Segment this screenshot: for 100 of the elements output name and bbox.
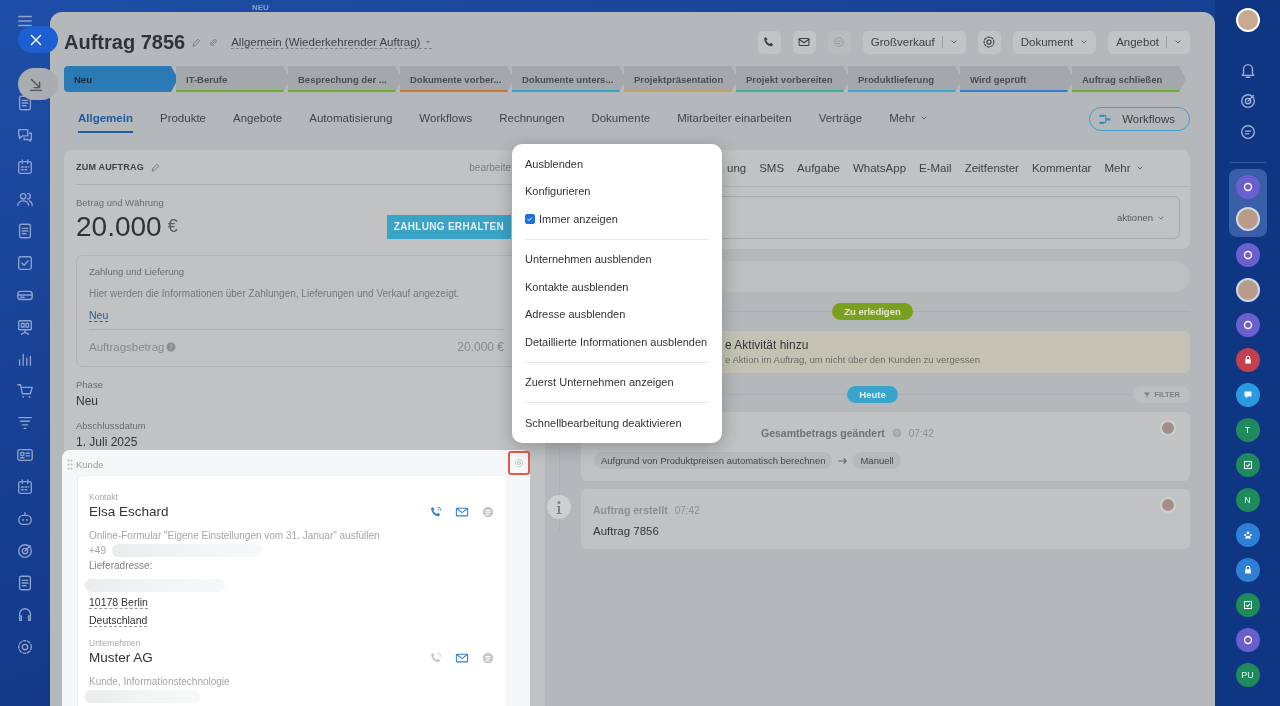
settings-button[interactable] <box>508 451 530 475</box>
new-link[interactable]: Neu <box>89 309 109 322</box>
chat-avatar[interactable] <box>1235 593 1260 617</box>
stage-tab[interactable]: IT-Berufe <box>176 66 290 92</box>
close-button[interactable] <box>18 26 58 53</box>
contact-card-icon[interactable] <box>16 446 34 464</box>
people-icon[interactable] <box>16 190 34 208</box>
checkmark-icon <box>526 214 534 223</box>
field-label: Unternehmen <box>89 638 142 648</box>
address-line[interactable]: Deutschland <box>89 614 148 627</box>
cart-icon[interactable] <box>16 382 34 400</box>
stage-tab[interactable]: Dokumente vorber... <box>400 66 514 92</box>
actions-dropdown[interactable]: aktionen <box>1117 212 1165 223</box>
activity-tab[interactable]: Kommentar <box>1031 162 1092 174</box>
menu-item[interactable]: Zuerst Unternehmen anzeigen <box>525 368 709 396</box>
presentation-icon[interactable] <box>16 318 34 336</box>
activity-tab[interactable]: ung <box>727 162 747 174</box>
chat-avatar[interactable] <box>1235 383 1260 407</box>
chat-avatar[interactable] <box>1235 348 1260 372</box>
address-line[interactable]: 10178 Berlin <box>89 596 148 609</box>
tab[interactable]: Verträge <box>818 105 863 133</box>
headset-icon[interactable] <box>16 606 34 624</box>
chat-icon[interactable] <box>1238 123 1257 141</box>
field-label: Auftragsbetrag <box>89 341 165 353</box>
stage-tab[interactable]: Wird geprüft <box>960 66 1074 92</box>
mail-button[interactable] <box>792 30 816 54</box>
stage-tab[interactable]: Projektpräsentation <box>624 66 738 92</box>
stage-tab[interactable]: Produktlieferung <box>848 66 962 92</box>
tab[interactable]: Mitarbeiter einarbeiten <box>677 105 792 133</box>
menu-item[interactable]: Ausblenden <box>525 150 709 178</box>
activity-tab[interactable]: Zeitfenster <box>964 162 1019 174</box>
tab[interactable]: Mehr <box>889 105 929 133</box>
chat-avatar[interactable]: N <box>1235 488 1260 512</box>
gear-icon[interactable] <box>16 638 34 656</box>
calendar-icon[interactable] <box>16 478 34 496</box>
phone-icon[interactable] <box>429 504 443 519</box>
tab[interactable]: Rechnungen <box>499 105 565 133</box>
drag-handle-icon[interactable] <box>67 458 73 470</box>
mail-icon <box>797 35 812 49</box>
stage-tab[interactable]: Neu <box>64 66 178 92</box>
chat-avatar[interactable] <box>1235 175 1260 199</box>
category-dropdown[interactable]: Allgemein (Wiederkehrender Auftrag) <box>231 35 433 49</box>
menu-item[interactable]: Schnellbearbeitung deaktivieren <box>525 409 709 437</box>
target-icon[interactable] <box>1238 92 1257 110</box>
dropdown-button[interactable]: Dokument <box>1012 30 1097 54</box>
event-text: Auftrag 7856 <box>593 525 660 537</box>
target-icon[interactable] <box>16 542 34 560</box>
activity-tab[interactable]: WhatsApp <box>852 162 907 174</box>
chat-avatar[interactable] <box>1235 523 1260 547</box>
tab[interactable]: Angebote <box>233 105 283 133</box>
chat-avatar[interactable] <box>1235 558 1260 582</box>
stage-tab[interactable]: Dokumente unters... <box>512 66 626 92</box>
activity-tab[interactable]: SMS <box>759 162 785 174</box>
avatar <box>1160 497 1176 513</box>
activity-tab[interactable]: E-Mail <box>919 162 952 174</box>
minimize-button[interactable] <box>18 68 58 100</box>
stage-tab[interactable]: Besprechung der ... <box>288 66 402 92</box>
help-icon <box>891 428 902 438</box>
pencil-icon[interactable] <box>149 161 161 173</box>
user-avatar[interactable] <box>1235 8 1260 32</box>
activity-tab[interactable]: Aufgabe <box>797 162 840 174</box>
activity-tab[interactable]: Mehr <box>1104 162 1144 174</box>
stage-tab[interactable]: Auftrag schließen <box>1072 66 1186 92</box>
tab[interactable]: Dokumente <box>591 105 651 133</box>
checkbox-icon[interactable] <box>16 254 34 272</box>
tab[interactable]: Allgemein <box>78 105 133 133</box>
phone-button[interactable] <box>757 30 781 54</box>
checkbox[interactable] <box>525 213 535 224</box>
stage-tab[interactable]: Projekt vorbereiten <box>736 66 850 92</box>
settings-icon <box>514 458 524 468</box>
funnel-icon[interactable] <box>16 414 34 432</box>
tab[interactable]: Workflows <box>419 105 473 133</box>
settings-button[interactable] <box>977 30 1001 54</box>
chat-icon[interactable] <box>16 126 34 144</box>
split-button[interactable]: Angebot <box>1108 30 1190 54</box>
document-icon[interactable] <box>16 574 34 592</box>
chat-avatar[interactable]: PU <box>1235 663 1260 687</box>
robot-icon[interactable] <box>16 510 34 528</box>
chat-avatar[interactable] <box>1235 243 1260 267</box>
chat-avatar[interactable] <box>1235 628 1260 652</box>
menu-item[interactable]: Adresse ausblenden <box>525 300 709 328</box>
tab[interactable]: Produkte <box>159 105 206 133</box>
menu-item[interactable]: Detaillierte Informationen ausblenden <box>525 328 709 356</box>
document-icon[interactable] <box>16 222 34 240</box>
background-label: NEU <box>252 3 269 12</box>
chat-avatar[interactable]: T <box>1235 418 1260 442</box>
chat-avatar[interactable] <box>1235 313 1260 337</box>
field-label: Abschlussdatum <box>76 420 146 431</box>
event-title: Gesamtbetrags geändert <box>761 427 885 439</box>
chat-avatar[interactable] <box>1235 453 1260 477</box>
chat-avatar[interactable] <box>1235 278 1260 302</box>
today-badge: Heute <box>847 386 898 403</box>
menu-item[interactable]: Kontakte ausblenden <box>525 273 709 301</box>
split-button[interactable]: Großverkauf <box>862 30 966 54</box>
document-icon[interactable] <box>16 94 34 112</box>
calendar-icon[interactable] <box>16 158 34 176</box>
help-icon <box>166 342 177 352</box>
settings-icon <box>982 35 997 49</box>
menu-item[interactable]: Unternehmen ausblenden <box>525 245 709 273</box>
tab[interactable]: Automatisierung <box>309 105 393 133</box>
